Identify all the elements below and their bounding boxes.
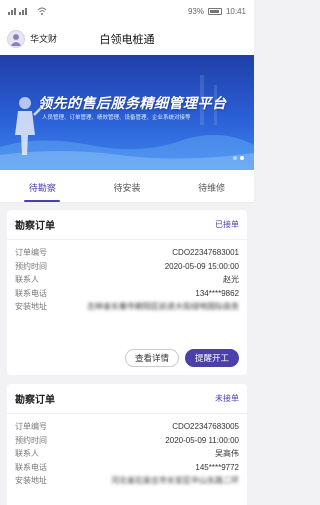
banner-headline: 领先的售后服务精细管理平台 — [38, 95, 227, 111]
order-card-header: 勘察订单 已接单 — [7, 210, 247, 240]
battery-icon — [207, 7, 222, 15]
status-bar: 93% 10:41 — [0, 0, 254, 22]
contact-name: 吴高伟 — [215, 449, 239, 459]
pager-dot[interactable] — [233, 156, 237, 160]
address-row: 安装地址 河北省石家庄市长安区中山东路二环 — [15, 474, 239, 488]
appointment-time: 2020-05-09 15:00:00 — [164, 261, 239, 271]
order-card[interactable]: 勘察订单 已接单 订单编号 CDO22347683001 预约时间 2020-0… — [7, 210, 247, 375]
user-name[interactable]: 华文财 — [30, 32, 57, 45]
signal-icon — [8, 8, 27, 15]
field-label: 订单编号 — [15, 248, 47, 258]
contact-row: 联系人 赵光 — [15, 273, 239, 287]
contact-row: 联系人 吴高伟 — [15, 447, 239, 461]
address-row: 安装地址 吉林省长春市朝阳区前进大街绿地国际商务 — [15, 300, 239, 314]
tab-survey[interactable]: 待勘察 — [0, 170, 85, 202]
field-label: 联系电话 — [15, 462, 47, 472]
order-number: CDO22347683001 — [172, 248, 239, 258]
field-label: 预约时间 — [15, 435, 47, 445]
phone-row: 联系电话 145****9772 — [15, 461, 239, 475]
order-number: CDO22347683005 — [172, 422, 239, 432]
status-badge: 已接单 — [215, 220, 239, 229]
order-card-header: 勘察订单 未接单 — [7, 384, 247, 414]
order-tabs: 待勘察 待安装 待维修 — [0, 170, 254, 203]
order-type: 勘察订单 — [15, 395, 55, 406]
status-right: 93% 10:41 — [188, 7, 246, 16]
phone-row: 联系电话 134****9862 — [15, 287, 239, 301]
appointment-row: 预约时间 2020-05-09 15:00:00 — [15, 260, 239, 274]
banner-pager — [233, 156, 244, 160]
install-address: 河北省石家庄市长安区中山东路二环 — [111, 476, 239, 486]
pager-dot-active[interactable] — [240, 156, 244, 160]
field-label: 安装地址 — [15, 476, 47, 486]
contact-phone[interactable]: 145****9772 — [195, 463, 239, 472]
order-details: 订单编号 CDO22347683005 预约时间 2020-05-09 11:0… — [7, 414, 247, 488]
wifi-icon — [37, 7, 47, 15]
order-details: 订单编号 CDO22347683001 预约时间 2020-05-09 15:0… — [7, 240, 247, 314]
user-icon — [10, 33, 22, 46]
contact-name: 赵光 — [223, 275, 239, 285]
battery-percent: 93% — [187, 6, 204, 16]
appointment-time: 2020-05-09 11:00:00 — [165, 435, 239, 445]
app-header: 华文财 白领电桩通 — [0, 22, 254, 55]
order-number-row: 订单编号 CDO22347683001 — [15, 246, 239, 260]
order-card[interactable]: 勘察订单 未接单 订单编号 CDO22347683005 预约时间 2020-0… — [7, 384, 247, 505]
clock: 10:41 — [225, 6, 246, 16]
status-icons — [8, 7, 47, 15]
appointment-row: 预约时间 2020-05-09 11:00:00 — [15, 434, 239, 448]
order-number-row: 订单编号 CDO22347683005 — [15, 420, 239, 434]
field-label: 联系人 — [15, 275, 39, 285]
remind-start-button[interactable]: 提醒开工 — [184, 349, 239, 367]
order-actions: 查看详情 提醒开工 — [124, 349, 239, 367]
field-label: 联系人 — [15, 449, 39, 459]
promo-banner[interactable]: 领先的售后服务精细管理平台 人员管理、订单管理、绩效管理、设备管理、企业系统对接… — [0, 55, 254, 170]
field-label: 安装地址 — [15, 302, 47, 312]
field-label: 预约时间 — [15, 261, 47, 271]
tab-install[interactable]: 待安装 — [85, 170, 170, 202]
view-details-button[interactable]: 查看详情 — [124, 349, 179, 367]
status-badge: 未接单 — [215, 394, 239, 403]
field-label: 联系电话 — [15, 288, 47, 298]
order-type: 勘察订单 — [15, 221, 55, 232]
contact-phone[interactable]: 134****9862 — [195, 289, 239, 298]
install-address: 吉林省长春市朝阳区前进大街绿地国际商务 — [87, 302, 239, 312]
field-label: 订单编号 — [15, 422, 47, 432]
banner-subline: 人员管理、订单管理、绩效管理、设备管理、企业系统对接等 — [42, 115, 191, 121]
avatar[interactable] — [7, 29, 25, 48]
tab-repair[interactable]: 待维修 — [169, 170, 254, 202]
